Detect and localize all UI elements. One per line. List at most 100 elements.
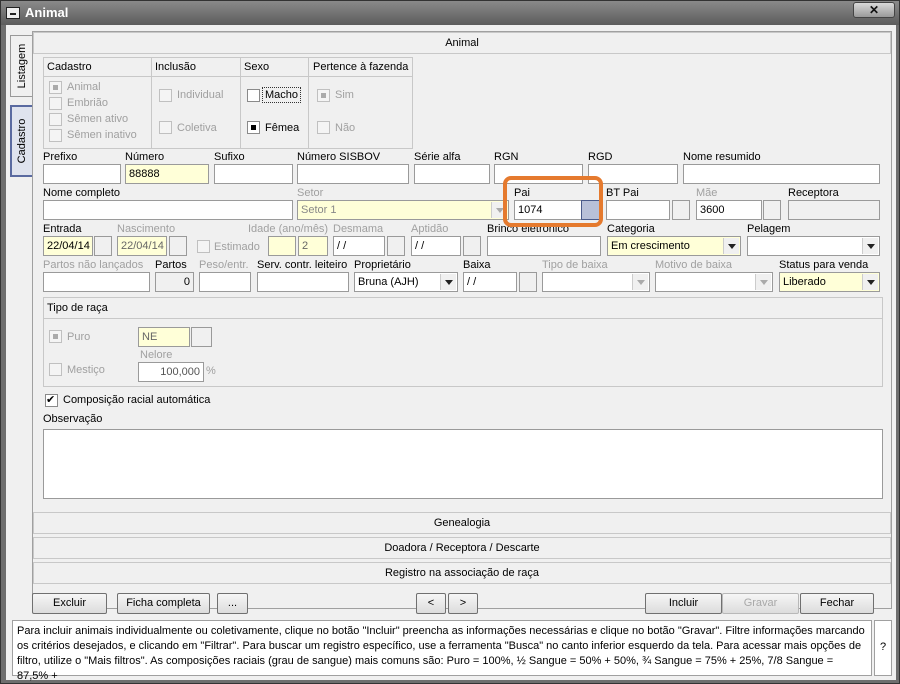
sufixo-input[interactable] [214,164,293,184]
nome-completo-input[interactable] [43,200,293,220]
tab-cadastro[interactable]: Cadastro [10,105,32,177]
brinco-input[interactable] [487,236,601,256]
categoria-label: Categoria [607,223,655,235]
sisbov-input[interactable] [297,164,409,184]
receptora-input[interactable] [788,200,880,220]
section-doadora[interactable]: Doadora / Receptora / Descarte [33,537,891,559]
nascimento-label: Nascimento [117,223,176,235]
sexo-macho-checkbox[interactable] [247,89,260,102]
help-question-button[interactable]: ? [874,620,892,676]
section-animal[interactable]: Animal [33,32,891,54]
section-genealogia[interactable]: Genealogia [33,512,891,534]
cadastro-panel: Animal Cadastro Animal Embrião Sêmen ati… [32,31,892,609]
bt-pai-label: BT Pai [606,187,639,199]
ficha-completa-button[interactable]: Ficha completa [117,593,210,614]
rgn-label: RGN [494,151,519,163]
aptidao-calendar-button[interactable] [463,236,481,256]
baixa-input[interactable]: / / [463,272,517,292]
sexo-femea-label: Fêmea [265,122,300,134]
estimado-checkbox[interactable] [197,240,210,253]
rgd-label: RGD [588,151,613,163]
mae-input[interactable]: 3600 [696,200,762,220]
section-registro[interactable]: Registro na associação de raça [33,562,891,584]
cadastro-header: Cadastro [47,61,92,73]
cadastro-semen-inativo-label: Sêmen inativo [67,129,137,141]
cadastro-semen-ativo-label: Sêmen ativo [67,113,129,125]
prefixo-input[interactable] [43,164,121,184]
mae-lookup-button[interactable] [763,200,781,220]
pertence-sim-checkbox[interactable] [317,89,330,102]
desmama-calendar-button[interactable] [387,236,405,256]
desmama-input[interactable]: / / [333,236,385,256]
partos-label: Partos [155,259,187,271]
inclusao-coletiva-checkbox[interactable] [159,121,172,134]
nome-completo-label: Nome completo [43,187,121,199]
nome-resumido-input[interactable] [683,164,880,184]
baixa-calendar-button[interactable] [519,272,537,292]
entrada-input[interactable]: 22/04/14 [43,236,93,256]
title-bar: Animal ✕ [1,1,899,25]
puro-checkbox[interactable] [49,330,62,343]
next-button[interactable]: > [448,593,478,614]
pertence-header: Pertence à fazenda [313,61,409,73]
bt-pai-input[interactable] [606,200,670,220]
gravar-button[interactable]: Gravar [722,593,799,614]
serie-alfa-input[interactable] [414,164,490,184]
system-menu-icon[interactable] [6,7,20,19]
idade-ano-input[interactable] [268,236,296,256]
cadastro-embriao-label: Embrião [67,97,108,109]
nelore-pct-input[interactable]: 100,000 [138,362,204,382]
close-button[interactable]: ✕ [853,2,895,18]
status-venda-label: Status para venda [779,259,869,271]
nascimento-calendar-button[interactable] [169,236,187,256]
cadastro-embriao-checkbox[interactable] [49,97,62,110]
cadastro-animal-label: Animal [67,81,101,93]
serv-contr-label: Serv. contr. leiteiro [257,259,348,271]
tab-listagem[interactable]: Listagem [10,35,32,97]
status-venda-select[interactable]: Liberado [779,272,880,292]
peso-entr-input[interactable] [199,272,251,292]
excluir-button[interactable]: Excluir [32,593,107,614]
fechar-button[interactable]: Fechar [800,593,874,614]
setor-label: Setor [297,187,324,199]
raca-code-input[interactable]: NE [138,327,190,347]
observacao-textarea[interactable] [43,429,883,499]
window-title: Animal [25,5,69,20]
partos-input[interactable]: 0 [155,272,194,292]
composicao-checkbox[interactable] [45,393,58,407]
categoria-select[interactable]: Em crescimento [607,236,741,256]
pertence-nao-checkbox[interactable] [317,121,330,134]
aptidao-input[interactable]: / / [411,236,461,256]
inclusao-individual-checkbox[interactable] [159,89,172,102]
pelagem-select[interactable] [747,236,880,256]
serv-contr-input[interactable] [257,272,349,292]
pelagem-label: Pelagem [747,223,791,235]
numero-input[interactable]: 88888 [125,164,209,184]
cadastro-animal-checkbox[interactable] [49,81,62,94]
cadastro-semen-inativo-checkbox[interactable] [49,129,62,142]
nascimento-input[interactable]: 22/04/14 [117,236,167,256]
sexo-femea-checkbox[interactable] [247,121,260,134]
mestico-checkbox[interactable] [49,363,62,376]
cadastro-semen-ativo-checkbox[interactable] [49,113,62,126]
partos-nao-lancados-input[interactable] [43,272,150,292]
receptora-label: Receptora [788,187,839,199]
tipo-baixa-select[interactable] [542,272,650,292]
composicao-label: Composição racial automática [63,394,211,406]
aptidao-label: Aptidão [411,223,449,235]
more-button[interactable]: ... [217,593,248,614]
setor-select[interactable]: Setor 1 [297,200,509,220]
previous-button[interactable]: < [416,593,446,614]
pai-highlight-box [503,176,603,227]
entrada-calendar-button[interactable] [94,236,112,256]
idade-label: Idade (ano/mês) [248,223,329,235]
idade-mes-input[interactable]: 2 [298,236,328,256]
motivo-baixa-select[interactable] [655,272,773,292]
proprietario-select[interactable]: Bruna (AJH) [354,272,458,292]
incluir-button[interactable]: Incluir [645,593,722,614]
serie-alfa-label: Série alfa [414,151,461,163]
baixa-label: Baixa [463,259,491,271]
nelore-label: Nelore [140,349,173,361]
bt-pai-lookup-button[interactable] [672,200,690,220]
raca-lookup-button[interactable] [191,327,212,347]
